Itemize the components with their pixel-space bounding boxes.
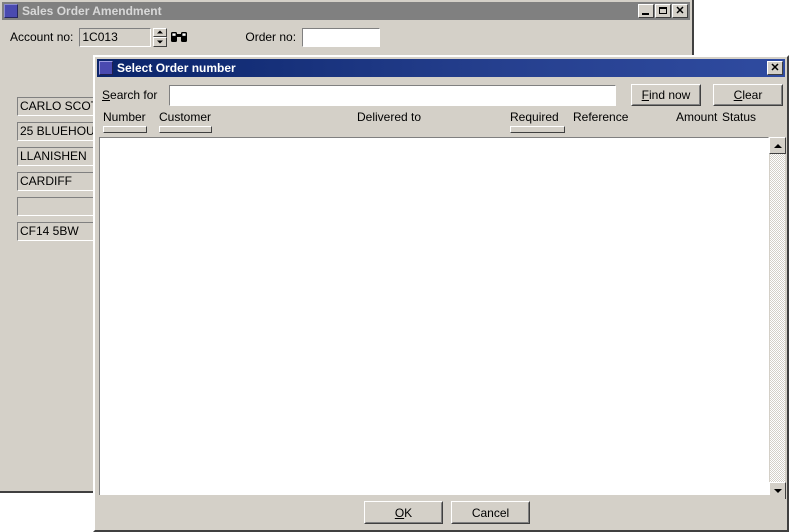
dialog-close-button[interactable]: ✕ [767,61,783,75]
column-header-delivered-to[interactable]: Delivered to [357,110,421,124]
spinner-down-icon [157,40,164,44]
dialog-title: Select Order number [117,61,236,75]
spinner-up-button[interactable] [153,27,168,37]
results-vertical-scrollbar[interactable] [769,137,786,499]
column-resize-grip-required[interactable] [510,126,565,133]
results-column-headers: Number Customer Delivered to Required Re… [99,110,783,138]
close-button[interactable]: ✕ [672,4,688,18]
clear-button[interactable]: Clear [713,84,783,106]
app-icon [4,4,18,18]
main-toolbar: Account no: Order no: [2,24,690,50]
column-header-reference[interactable]: Reference [573,110,628,124]
ok-accel: O [394,505,405,520]
close-icon: ✕ [770,62,780,74]
binoculars-find-button[interactable] [169,28,189,47]
scrollbar-track[interactable] [769,154,786,482]
account-no-spinner[interactable] [153,27,168,47]
address-line-5[interactable] [17,197,95,216]
spinner-down-button[interactable] [153,37,168,47]
binoculars-icon [171,32,188,42]
account-no-label: Account no: [10,30,74,44]
ok-label: K [404,505,413,520]
address-postcode[interactable]: CF14 5BW [17,222,95,241]
cancel-label: Cancel [471,505,510,520]
app-icon [99,61,113,75]
address-line-1[interactable]: CARLO SCOT [17,97,95,116]
spinner-up-icon [157,30,164,34]
order-no-label: Order no: [245,30,297,44]
scroll-up-button[interactable] [769,137,786,154]
cancel-button[interactable]: Cancel [451,501,530,524]
clear-label: lear [742,88,763,102]
maximize-icon [659,7,667,14]
column-header-amount[interactable]: Amount [676,110,717,124]
results-list[interactable] [99,137,769,499]
close-icon: ✕ [675,5,685,17]
column-header-customer[interactable]: Customer [159,110,211,124]
main-window-titlebar[interactable]: Sales Order Amendment ✕ [2,2,690,20]
column-header-status[interactable]: Status [722,110,756,124]
find-now-label: ind now [648,88,691,102]
find-now-button[interactable]: Find now [631,84,701,106]
find-now-accel: F [641,88,649,102]
order-no-input[interactable] [302,27,381,47]
minimize-button[interactable] [638,4,654,18]
column-resize-grip-number[interactable] [103,126,147,133]
address-line-2[interactable]: 25 BLUEHOU [17,122,95,141]
address-line-4[interactable]: CARDIFF [17,172,95,191]
search-row: Search for Find now Clear [99,83,783,107]
column-header-required[interactable]: Required [510,110,559,124]
search-for-accel: S [102,88,111,102]
main-window-title: Sales Order Amendment [22,4,162,18]
select-order-number-dialog: Select Order number ✕ Search for Find no… [93,55,789,532]
dialog-titlebar[interactable]: Select Order number ✕ [97,59,785,77]
search-for-label: Search for [102,88,157,102]
minimize-icon [642,13,649,15]
account-no-input[interactable] [79,27,152,47]
maximize-button[interactable] [655,4,671,18]
scroll-up-arrow-icon [773,143,782,148]
column-header-number[interactable]: Number [103,110,146,124]
dialog-footer: OK Cancel [97,495,785,528]
clear-accel: C [733,88,743,102]
search-for-label-rest: earch for [110,88,158,102]
search-input[interactable] [169,84,616,106]
customer-address-fields: CARLO SCOT 25 BLUEHOU LLANISHEN CARDIFF … [17,97,95,247]
ok-button[interactable]: OK [364,501,443,524]
scroll-down-arrow-icon [773,488,782,493]
column-resize-grip-customer[interactable] [159,126,212,133]
address-line-3[interactable]: LLANISHEN [17,147,95,166]
